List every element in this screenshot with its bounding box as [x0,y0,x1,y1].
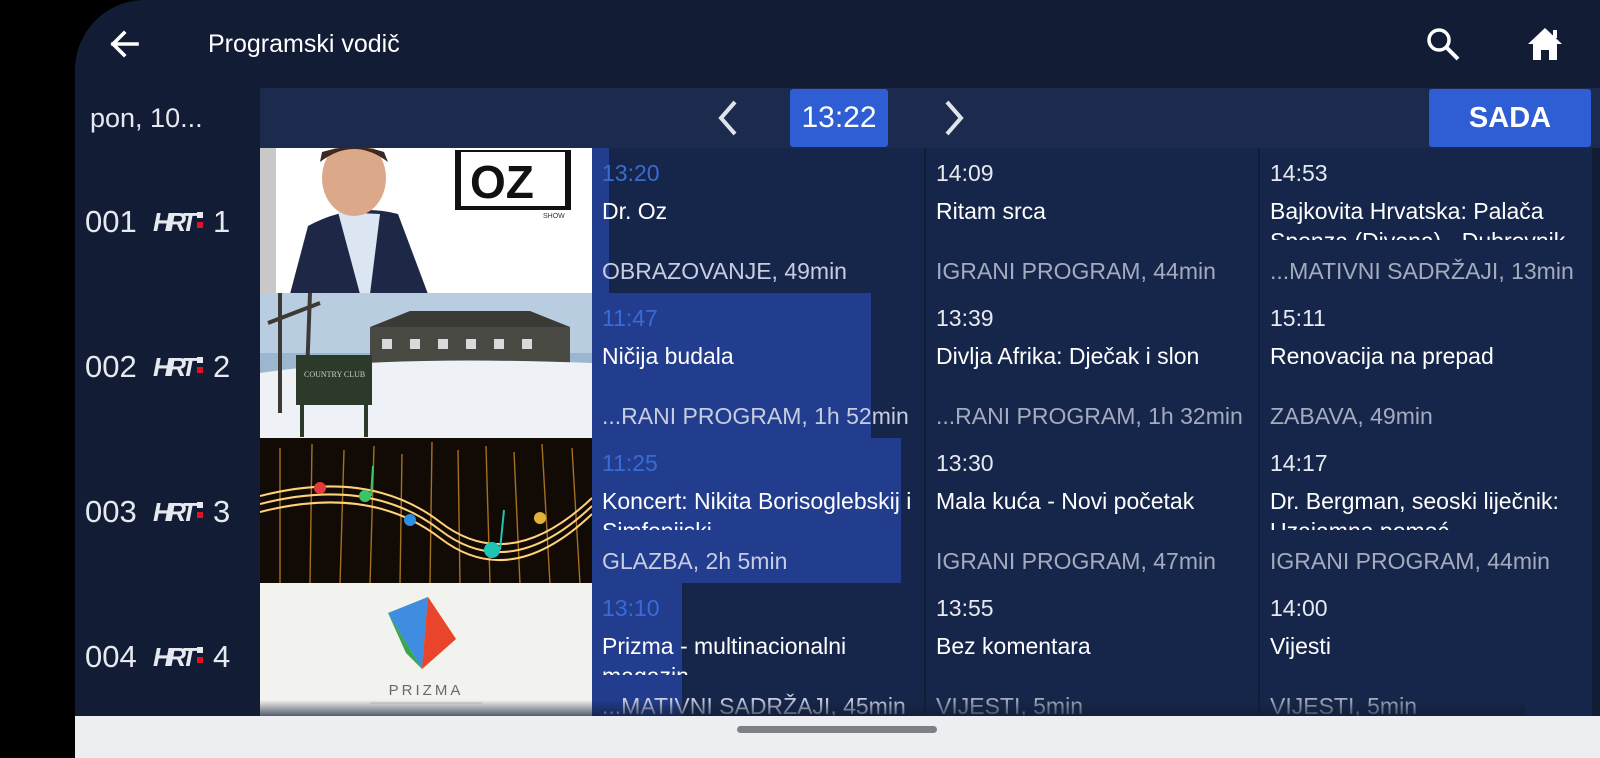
music-notes-thumbnail [260,438,592,584]
prizma-logo-text: PRIZMA [389,682,464,699]
channel-number: 002 [85,349,137,384]
gesture-handle[interactable] [737,726,937,733]
program-start-time: 13:30 [936,450,994,476]
program-start-time: 13:39 [936,305,994,331]
program-title: Vijesti [1270,633,1331,659]
previous-time-button[interactable] [709,98,749,138]
svg-text:HRT: HRT [153,498,199,524]
svg-text:HRT: HRT [153,208,199,234]
program-genre-duration: ZABAVA, 49min [1270,403,1433,429]
program-genre-duration: ...RANI PROGRAM, 1h 32min [936,403,1243,429]
program-title: Bajkovita Hrvatska: Palača Sponza (Divon… [1270,198,1565,240]
svg-text:HRT: HRT [153,643,199,669]
program-cell[interactable]: 14:09 Ritam srca IGRANI PROGRAM, 44min [926,148,1258,294]
program-start-time: 13:55 [936,595,994,621]
program-start-time: 11:47 [602,305,658,331]
hrt-logo: HRT [153,353,203,379]
hrt-logo: HRT [153,643,203,669]
program-title: Ničija budala [602,343,734,369]
program-cell[interactable]: 13:39 Divlja Afrika: Dječak i slon ...RA… [926,293,1258,439]
program-start-time: 13:10 [602,595,660,621]
search-icon [1427,28,1460,61]
chevron-left-icon [718,100,737,136]
program-cell[interactable]: 14:53 Bajkovita Hrvatska: Palača Sponza … [1260,148,1592,294]
dr-oz-thumbnail: OZ SHOW [260,148,592,294]
program-cell[interactable]: 11:47 Ničija budala ...RANI PROGRAM, 1h … [592,293,924,439]
program-title: Prizma - multinacionalni magazin [602,633,847,675]
channel-index: 1 [213,204,231,239]
channel-cell[interactable]: 002 HRT 2 [75,293,260,439]
hrt-logo: HRT [153,498,203,524]
app-screen: Programski vodič pon, 10... 13:22 SADA 0… [75,0,1600,758]
country-club-thumbnail: COUNTRY CLUB [260,293,592,439]
program-title: Koncert: Nikita Borisoglebskij i Simfoni… [602,488,912,530]
program-start-time: 15:11 [1270,305,1326,331]
channel-row: 001 HRT 1 OZ SHOW 13:20 Dr. Oz OBRAZOVAN… [75,148,1600,294]
channel-row: 002 HRT 2 COUNTRY CLUB 11:47 Ničija buda… [75,293,1600,439]
arrow-left-icon [110,30,139,58]
program-title: Divlja Afrika: Dječak i slon [936,343,1200,369]
scroll-fade [185,700,1525,716]
svg-text:SHOW: SHOW [543,213,565,220]
program-start-time: 14:09 [936,160,994,186]
program-title: Renovacija na prepad [1270,343,1494,369]
time-navigation-bar: pon, 10... 13:22 SADA [75,88,1600,148]
program-genre-duration: GLAZBA, 2h 5min [602,548,788,574]
next-time-button[interactable] [933,98,973,138]
program-start-time: 11:25 [602,450,658,476]
svg-text:HRT: HRT [153,353,199,379]
chevron-right-icon [945,100,964,136]
program-cell[interactable]: 15:11 Renovacija na prepad ZABAVA, 49min [1260,293,1592,439]
program-genre-duration: IGRANI PROGRAM, 44min [936,258,1216,284]
channel-number: 003 [85,494,137,529]
program-cell[interactable]: 13:30 Mala kuća - Novi početak IGRANI PR… [926,438,1258,584]
channel-cell[interactable]: 001 HRT 1 [75,148,260,294]
program-start-time: 14:53 [1270,160,1328,186]
program-genre-duration: IGRANI PROGRAM, 47min [936,548,1216,574]
home-button[interactable] [1525,24,1565,64]
program-cell[interactable]: 11:25 Koncert: Nikita Borisoglebskij i S… [592,438,924,584]
home-icon [1528,28,1562,60]
channel-number: 004 [85,639,137,674]
page-title: Programski vodič [208,30,400,58]
program-cell[interactable]: 14:17 Dr. Bergman, seoski liječnik: Uzaj… [1260,438,1592,584]
top-app-bar: Programski vodič [75,0,1600,88]
program-genre-duration: ...RANI PROGRAM, 1h 52min [602,403,909,429]
search-button[interactable] [1423,24,1463,64]
channel-index: 4 [213,639,231,674]
back-button[interactable] [105,24,145,64]
now-button[interactable]: SADA [1429,89,1591,147]
program-cell[interactable]: 13:20 Dr. Oz OBRAZOVANJE, 49min [592,148,924,294]
program-start-time: 14:17 [1270,450,1328,476]
program-start-time: 13:20 [602,160,660,186]
program-title: Dr. Oz [602,198,668,224]
svg-text:OZ: OZ [470,156,534,208]
program-genre-duration: IGRANI PROGRAM, 44min [1270,548,1550,574]
channel-number: 001 [85,204,137,239]
program-title: Mala kuća - Novi početak [936,488,1195,514]
program-title: Dr. Bergman, seoski liječnik: Uzajamna p… [1270,488,1559,530]
svg-text:COUNTRY CLUB: COUNTRY CLUB [304,370,365,379]
program-title: Ritam srca [936,198,1046,224]
channel-index: 2 [213,349,231,384]
program-genre-duration: ...MATIVNI SADRŽAJI, 13min [1270,258,1574,284]
date-selector[interactable]: pon, 10... [75,88,260,148]
hrt-logo: HRT [153,208,203,234]
channel-index: 3 [213,494,231,529]
program-title: Bez komentara [936,633,1091,659]
program-start-time: 14:00 [1270,595,1328,621]
channel-cell[interactable]: 003 HRT 3 [75,438,260,584]
program-genre-duration: OBRAZOVANJE, 49min [602,258,847,284]
current-time-indicator[interactable]: 13:22 [790,89,888,147]
channel-row: 003 HRT 3 11:25 Koncert: Nikita Borisogl… [75,438,1600,584]
system-navigation-bar [75,716,1600,758]
